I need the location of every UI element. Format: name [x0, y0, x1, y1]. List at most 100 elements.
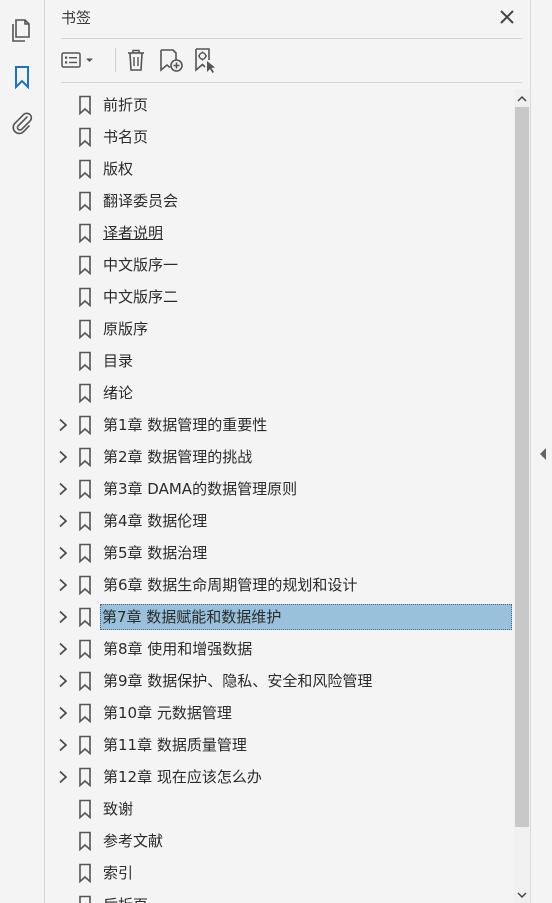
bookmark-item[interactable]: 原版序 [46, 313, 512, 345]
bookmark-label[interactable]: 翻译委员会 [101, 185, 180, 217]
expand-chevron-right-icon[interactable] [55, 641, 71, 657]
expand-chevron-right-icon[interactable] [55, 769, 71, 785]
bookmark-item[interactable]: 第8章 使用和增强数据 [46, 633, 512, 665]
chevron-up-icon [517, 95, 527, 102]
bookmark-label[interactable]: 原版序 [101, 313, 150, 345]
bookmark-icon [77, 159, 93, 180]
bookmark-item[interactable]: 第6章 数据生命周期管理的规划和设计 [46, 569, 512, 601]
bookmark-icon [77, 415, 93, 436]
delete-bookmark-button[interactable] [123, 46, 149, 74]
bookmark-item[interactable]: 版权 [46, 153, 512, 185]
scrollbar-thumb[interactable] [515, 107, 529, 827]
bookmark-item[interactable]: 索引 [46, 857, 512, 889]
bookmark-icon [77, 575, 93, 596]
bookmarks-button[interactable] [8, 63, 36, 91]
bookmark-label[interactable]: 第5章 数据治理 [101, 537, 209, 569]
bookmark-item[interactable]: 第11章 数据质量管理 [46, 729, 512, 761]
bookmark-label[interactable]: 前折页 [101, 89, 150, 121]
bookmark-icon [77, 767, 93, 788]
bookmark-label[interactable]: 译者说明 [101, 217, 165, 249]
bookmark-item[interactable]: 第10章 元数据管理 [46, 697, 512, 729]
bookmark-label[interactable]: 第1章 数据管理的重要性 [101, 409, 269, 441]
bookmark-item[interactable]: 第4章 数据伦理 [46, 505, 512, 537]
expand-chevron-right-icon[interactable] [55, 577, 71, 593]
expand-chevron-right-icon[interactable] [55, 449, 71, 465]
scroll-up-button[interactable] [514, 91, 530, 107]
bookmark-item[interactable]: 书名页 [46, 121, 512, 153]
bookmark-label[interactable]: 致谢 [101, 793, 135, 825]
bookmark-label[interactable]: 第7章 数据赋能和数据维护 [100, 604, 512, 630]
bookmark-item[interactable]: 译者说明 [46, 217, 512, 249]
bookmark-icon [77, 479, 93, 500]
chevron-down-icon [517, 892, 527, 899]
expand-chevron-right-icon[interactable] [55, 481, 71, 497]
bookmark-item[interactable]: 翻译委员会 [46, 185, 512, 217]
bookmark-item[interactable]: 中文版序一 [46, 249, 512, 281]
expand-chevron-right-icon[interactable] [55, 673, 71, 689]
bookmark-item[interactable]: 前折页 [46, 89, 512, 121]
bookmark-item[interactable]: 第7章 数据赋能和数据维护 [46, 601, 512, 633]
collapse-panel-arrow-icon[interactable] [538, 447, 548, 461]
attachments-button[interactable] [8, 109, 36, 137]
bookmark-label[interactable]: 第12章 现在应该怎么办 [101, 761, 264, 793]
bookmark-label[interactable]: 第2章 数据管理的挑战 [101, 441, 254, 473]
toolbar-divider [115, 48, 116, 72]
new-bookmark-icon [160, 49, 183, 72]
bookmark-label[interactable]: 后折页 [101, 889, 150, 903]
bookmark-label[interactable]: 版权 [101, 153, 135, 185]
bookmark-item[interactable]: 致谢 [46, 793, 512, 825]
page-thumbnails-button[interactable] [8, 17, 36, 45]
panel-title: 书签 [61, 9, 92, 27]
bookmark-label[interactable]: 绪论 [101, 377, 135, 409]
scroll-down-button[interactable] [514, 887, 530, 903]
bookmark-icon [77, 95, 93, 116]
bookmark-icon [77, 639, 93, 660]
expand-chevron-right-icon[interactable] [55, 545, 71, 561]
new-bookmark-from-structure-icon [195, 48, 215, 73]
bookmark-icon [77, 863, 93, 884]
bookmark-label[interactable]: 参考文献 [101, 825, 165, 857]
bookmark-item[interactable]: 参考文献 [46, 825, 512, 857]
bookmark-label[interactable]: 中文版序一 [101, 249, 180, 281]
bookmark-icon [77, 703, 93, 724]
expand-chevron-right-icon[interactable] [55, 705, 71, 721]
page-thumbnails-icon [12, 19, 30, 42]
bookmark-label[interactable]: 第4章 数据伦理 [101, 505, 209, 537]
bookmark-item[interactable]: 目录 [46, 345, 512, 377]
bookmarks-icon [15, 66, 29, 89]
bookmark-item[interactable]: 第3章 DAMA的数据管理原则 [46, 473, 512, 505]
bookmark-label[interactable]: 第6章 数据生命周期管理的规划和设计 [101, 569, 359, 601]
bookmark-icon [77, 831, 93, 852]
bookmark-icon [77, 223, 93, 244]
bookmark-item[interactable]: 后折页 [46, 889, 512, 903]
bookmark-label[interactable]: 中文版序二 [101, 281, 180, 313]
bookmark-label[interactable]: 目录 [101, 345, 135, 377]
new-bookmark-from-structure-button[interactable] [191, 46, 219, 74]
bookmark-item[interactable]: 第2章 数据管理的挑战 [46, 441, 512, 473]
bookmark-label[interactable]: 书名页 [101, 121, 150, 153]
bookmark-label[interactable]: 索引 [101, 857, 135, 889]
bookmark-item[interactable]: 第5章 数据治理 [46, 537, 512, 569]
bookmark-label[interactable]: 第8章 使用和增强数据 [101, 633, 254, 665]
expand-chevron-right-icon[interactable] [55, 513, 71, 529]
close-panel-button[interactable] [496, 6, 518, 28]
bookmark-label[interactable]: 第9章 数据保护、隐私、安全和风险管理 [101, 665, 374, 697]
bookmark-item[interactable]: 第12章 现在应该怎么办 [46, 761, 512, 793]
bookmark-item[interactable]: 第9章 数据保护、隐私、安全和风险管理 [46, 665, 512, 697]
options-menu-button[interactable] [60, 46, 96, 74]
new-bookmark-button[interactable] [157, 46, 185, 74]
bookmark-icon [77, 607, 93, 628]
bookmark-icon [77, 735, 93, 756]
delete-bookmark-icon [128, 49, 144, 71]
expand-chevron-right-icon[interactable] [55, 417, 71, 433]
bookmarks-scrollbar[interactable] [514, 89, 530, 903]
bookmark-label[interactable]: 第3章 DAMA的数据管理原则 [101, 473, 299, 505]
bookmark-label[interactable]: 第11章 数据质量管理 [101, 729, 249, 761]
bookmark-label[interactable]: 第10章 元数据管理 [101, 697, 234, 729]
bookmark-item[interactable]: 第1章 数据管理的重要性 [46, 409, 512, 441]
expand-chevron-right-icon[interactable] [55, 609, 71, 625]
options-menu-icon [61, 52, 93, 68]
bookmark-item[interactable]: 中文版序二 [46, 281, 512, 313]
bookmark-item[interactable]: 绪论 [46, 377, 512, 409]
expand-chevron-right-icon[interactable] [55, 737, 71, 753]
